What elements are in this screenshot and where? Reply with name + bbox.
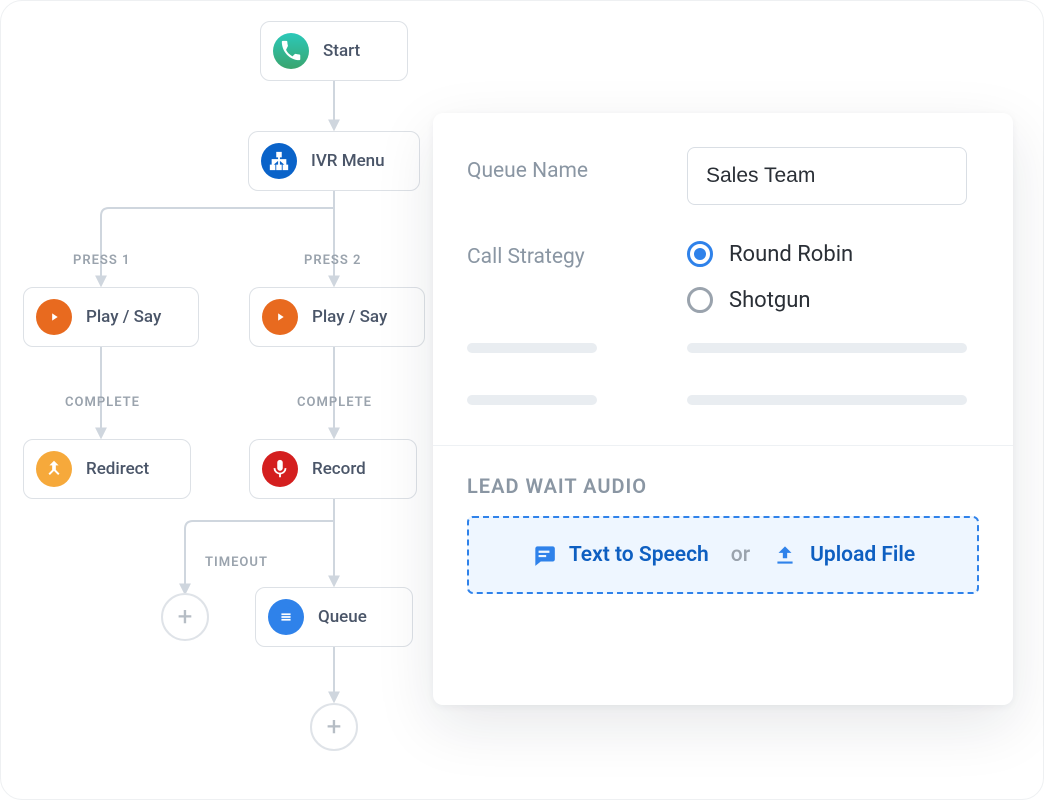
phone-icon bbox=[273, 33, 309, 69]
edge-label-press2: PRESS 2 bbox=[304, 253, 361, 268]
node-record[interactable]: Record bbox=[249, 439, 417, 499]
node-play1-label: Play / Say bbox=[86, 307, 161, 327]
radio-round-robin-label: Round Robin bbox=[729, 242, 853, 267]
or-label: or bbox=[731, 543, 750, 567]
tts-label: Text to Speech bbox=[569, 543, 709, 567]
add-node-button[interactable]: + bbox=[161, 593, 209, 641]
node-play2-label: Play / Say bbox=[312, 307, 387, 327]
node-redirect-label: Redirect bbox=[86, 459, 149, 479]
queue-name-label: Queue Name bbox=[467, 147, 687, 183]
flow-canvas: Start IVR Menu PRESS 1 PRESS 2 Play / Sa… bbox=[0, 0, 1044, 800]
edge-label-press1: PRESS 1 bbox=[73, 253, 130, 268]
radio-shotgun[interactable]: Shotgun bbox=[687, 287, 979, 313]
radio-round-robin[interactable]: Round Robin bbox=[687, 241, 979, 267]
node-redirect[interactable]: Redirect bbox=[23, 439, 191, 499]
play-icon bbox=[262, 299, 298, 335]
node-start[interactable]: Start bbox=[260, 21, 408, 81]
edge-label-complete1: COMPLETE bbox=[65, 395, 140, 410]
node-play2[interactable]: Play / Say bbox=[249, 287, 425, 347]
upload-icon bbox=[772, 542, 798, 568]
queue-settings-panel: Queue Name Call Strategy Round Robin Sho… bbox=[433, 113, 1013, 705]
upload-label: Upload File bbox=[810, 543, 915, 567]
node-queue[interactable]: Queue bbox=[255, 587, 413, 647]
edge-label-timeout: TIMEOUT bbox=[205, 555, 268, 570]
node-ivr[interactable]: IVR Menu bbox=[248, 131, 420, 191]
node-queue-label: Queue bbox=[318, 607, 367, 627]
node-ivr-label: IVR Menu bbox=[311, 151, 385, 171]
node-record-label: Record bbox=[312, 459, 366, 479]
radio-icon bbox=[687, 241, 713, 267]
radio-shotgun-label: Shotgun bbox=[729, 288, 811, 313]
tts-button[interactable]: Text to Speech bbox=[531, 542, 709, 568]
lead-wait-title: LEAD WAIT AUDIO bbox=[467, 474, 979, 498]
loading-placeholders bbox=[467, 343, 979, 405]
chat-icon bbox=[531, 542, 557, 568]
node-play1[interactable]: Play / Say bbox=[23, 287, 199, 347]
redirect-icon bbox=[36, 451, 72, 487]
divider bbox=[433, 445, 1013, 446]
play-icon bbox=[36, 299, 72, 335]
edge-label-complete2: COMPLETE bbox=[297, 395, 372, 410]
list-icon bbox=[268, 599, 304, 635]
call-strategy-label: Call Strategy bbox=[467, 233, 687, 269]
radio-icon bbox=[687, 287, 713, 313]
node-start-label: Start bbox=[323, 41, 360, 61]
hierarchy-icon bbox=[261, 143, 297, 179]
audio-dropzone[interactable]: Text to Speech or Upload File bbox=[467, 516, 979, 594]
queue-name-input[interactable] bbox=[687, 147, 967, 205]
mic-icon bbox=[262, 451, 298, 487]
add-node-button[interactable]: + bbox=[310, 703, 358, 751]
upload-button[interactable]: Upload File bbox=[772, 542, 915, 568]
